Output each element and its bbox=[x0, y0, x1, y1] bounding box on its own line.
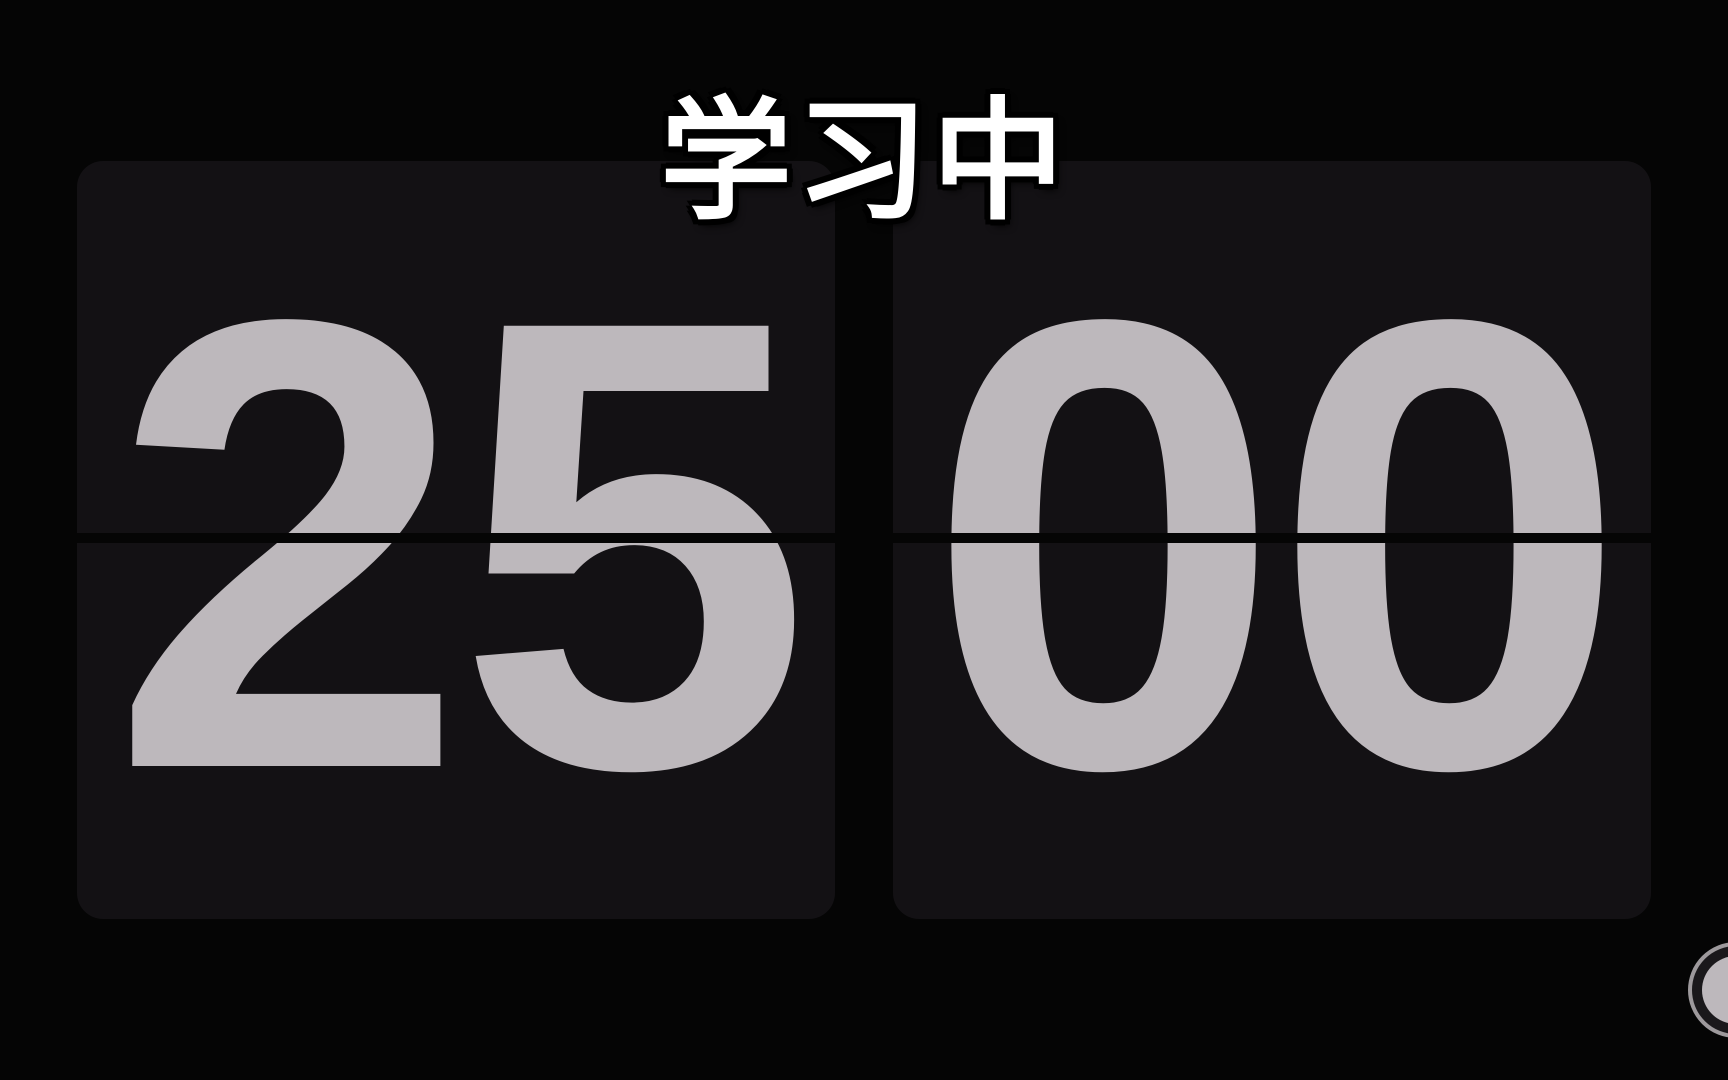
minutes-card: 25 bbox=[77, 161, 835, 919]
status-label: 学习中 bbox=[660, 85, 1068, 239]
flip-divider bbox=[77, 533, 835, 543]
flip-clock-screen: 25 00 学习中 bbox=[0, 0, 1728, 1080]
seconds-card: 00 bbox=[893, 161, 1651, 919]
flip-divider bbox=[893, 533, 1651, 543]
circle-button-icon[interactable] bbox=[1688, 942, 1728, 1038]
circle-button-knob bbox=[1702, 956, 1728, 1024]
